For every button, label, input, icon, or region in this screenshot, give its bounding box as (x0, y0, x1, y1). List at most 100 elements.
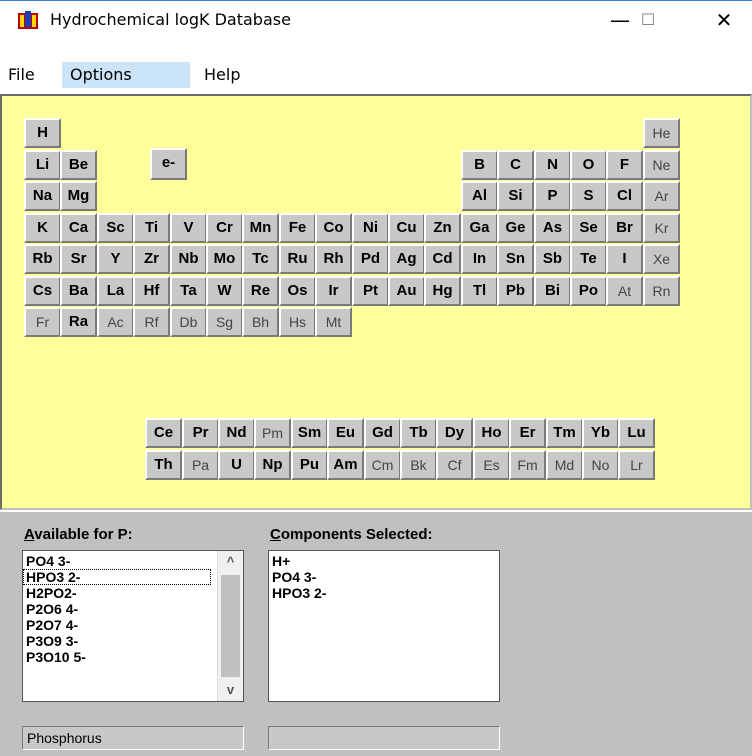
element-button-am[interactable]: Am (327, 450, 364, 480)
element-button-sg[interactable]: Sg (206, 307, 243, 337)
element-button-si[interactable]: Si (497, 181, 534, 211)
element-button-ne[interactable]: Ne (643, 150, 680, 180)
electron-button[interactable]: e- (150, 148, 187, 180)
element-button-pt[interactable]: Pt (352, 276, 389, 306)
element-button-c[interactable]: C (497, 150, 534, 180)
element-button-cr[interactable]: Cr (206, 213, 243, 243)
element-button-ba[interactable]: Ba (60, 276, 97, 306)
element-button-n[interactable]: N (534, 150, 571, 180)
element-button-dy[interactable]: Dy (436, 418, 473, 448)
close-button[interactable]: ✕ (704, 5, 744, 35)
element-button-sc[interactable]: Sc (97, 213, 134, 243)
element-button-bh[interactable]: Bh (242, 307, 279, 337)
element-button-cd[interactable]: Cd (424, 244, 461, 274)
element-button-ir[interactable]: Ir (315, 276, 352, 306)
selected-list-item[interactable]: HPO3 2- (269, 585, 499, 601)
element-button-os[interactable]: Os (279, 276, 316, 306)
scroll-thumb[interactable] (221, 575, 240, 677)
available-list-item[interactable]: HPO3 2- (23, 569, 211, 585)
element-button-at[interactable]: At (606, 276, 643, 306)
element-button-hs[interactable]: Hs (279, 307, 316, 337)
element-button-be[interactable]: Be (60, 150, 97, 180)
element-button-o[interactable]: O (570, 150, 607, 180)
element-button-po[interactable]: Po (570, 276, 607, 306)
element-button-u[interactable]: U (218, 450, 255, 480)
element-button-md[interactable]: Md (546, 450, 583, 480)
element-button-fe[interactable]: Fe (279, 213, 316, 243)
element-button-sb[interactable]: Sb (534, 244, 571, 274)
element-button-b[interactable]: B (461, 150, 498, 180)
selected-list-item[interactable]: PO4 3- (269, 569, 499, 585)
menu-options[interactable]: Options (62, 62, 190, 88)
element-button-zr[interactable]: Zr (133, 244, 170, 274)
element-button-au[interactable]: Au (388, 276, 425, 306)
element-button-br[interactable]: Br (606, 213, 643, 243)
element-button-ra[interactable]: Ra (60, 307, 97, 337)
selected-components-list[interactable]: H+ PO4 3- HPO3 2- (268, 550, 500, 702)
element-button-tl[interactable]: Tl (461, 276, 498, 306)
element-button-kr[interactable]: Kr (643, 213, 680, 243)
available-list-scrollbar[interactable]: ^ v (217, 551, 243, 701)
maximize-button[interactable]: ☐ (628, 5, 668, 35)
element-button-xe[interactable]: Xe (643, 244, 680, 274)
element-button-cs[interactable]: Cs (24, 276, 61, 306)
scroll-down-icon[interactable]: v (218, 679, 243, 701)
element-button-pb[interactable]: Pb (497, 276, 534, 306)
element-button-bi[interactable]: Bi (534, 276, 571, 306)
menu-file[interactable]: File (0, 62, 43, 88)
scroll-up-icon[interactable]: ^ (218, 551, 243, 573)
selected-list-item[interactable]: H+ (269, 553, 499, 569)
element-button-no[interactable]: No (582, 450, 619, 480)
element-button-ca[interactable]: Ca (60, 213, 97, 243)
element-button-v[interactable]: V (170, 213, 207, 243)
element-button-cu[interactable]: Cu (388, 213, 425, 243)
element-button-er[interactable]: Er (509, 418, 546, 448)
element-button-as[interactable]: As (534, 213, 571, 243)
element-button-ni[interactable]: Ni (352, 213, 389, 243)
available-list-item[interactable]: P3O10 5- (23, 649, 211, 665)
element-button-cm[interactable]: Cm (364, 450, 401, 480)
element-button-sm[interactable]: Sm (291, 418, 328, 448)
element-button-p[interactable]: P (534, 181, 571, 211)
element-button-sr[interactable]: Sr (60, 244, 97, 274)
element-button-pd[interactable]: Pd (352, 244, 389, 274)
element-button-ho[interactable]: Ho (473, 418, 510, 448)
element-button-th[interactable]: Th (145, 450, 182, 480)
element-button-bk[interactable]: Bk (400, 450, 437, 480)
element-button-mn[interactable]: Mn (242, 213, 279, 243)
element-button-pu[interactable]: Pu (291, 450, 328, 480)
element-button-ac[interactable]: Ac (97, 307, 134, 337)
element-button-yb[interactable]: Yb (582, 418, 619, 448)
element-button-nb[interactable]: Nb (170, 244, 207, 274)
element-button-co[interactable]: Co (315, 213, 352, 243)
element-button-fm[interactable]: Fm (509, 450, 546, 480)
element-button-in[interactable]: In (461, 244, 498, 274)
element-button-i[interactable]: I (606, 244, 643, 274)
element-button-re[interactable]: Re (242, 276, 279, 306)
available-list-item[interactable]: P2O6 4- (23, 601, 211, 617)
element-button-se[interactable]: Se (570, 213, 607, 243)
element-button-pm[interactable]: Pm (254, 418, 291, 448)
element-button-s[interactable]: S (570, 181, 607, 211)
element-button-rf[interactable]: Rf (133, 307, 170, 337)
available-components-list[interactable]: PO4 3- HPO3 2- H2PO2- P2O6 4- P2O7 4- P3O9 3-… (22, 550, 244, 702)
element-button-ta[interactable]: Ta (170, 276, 207, 306)
element-button-mg[interactable]: Mg (60, 181, 97, 211)
element-button-mo[interactable]: Mo (206, 244, 243, 274)
element-button-ge[interactable]: Ge (497, 213, 534, 243)
element-button-la[interactable]: La (97, 276, 134, 306)
element-button-es[interactable]: Es (473, 450, 510, 480)
element-button-tb[interactable]: Tb (400, 418, 437, 448)
element-button-sn[interactable]: Sn (497, 244, 534, 274)
element-button-ru[interactable]: Ru (279, 244, 316, 274)
element-button-lu[interactable]: Lu (618, 418, 655, 448)
element-button-ce[interactable]: Ce (145, 418, 182, 448)
element-button-cf[interactable]: Cf (436, 450, 473, 480)
element-button-f[interactable]: F (606, 150, 643, 180)
element-button-tm[interactable]: Tm (546, 418, 583, 448)
element-button-ti[interactable]: Ti (133, 213, 170, 243)
element-button-db[interactable]: Db (170, 307, 207, 337)
element-button-rn[interactable]: Rn (643, 276, 680, 306)
element-button-y[interactable]: Y (97, 244, 134, 274)
element-button-gd[interactable]: Gd (364, 418, 401, 448)
